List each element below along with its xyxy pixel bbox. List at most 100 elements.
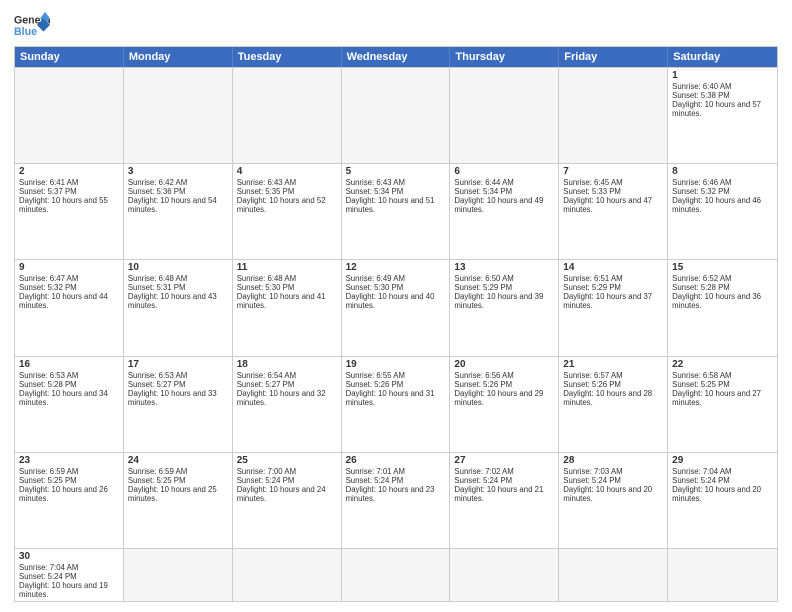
- calendar-cell: 7Sunrise: 6:45 AMSunset: 5:33 PMDaylight…: [559, 164, 668, 259]
- day-number: 17: [128, 359, 228, 370]
- generalblue-logo-icon: General Blue: [14, 10, 50, 40]
- calendar-cell: 12Sunrise: 6:49 AMSunset: 5:30 PMDayligh…: [342, 260, 451, 355]
- calendar-row-1: 2Sunrise: 6:41 AMSunset: 5:37 PMDaylight…: [15, 163, 777, 259]
- calendar-cell: 18Sunrise: 6:54 AMSunset: 5:27 PMDayligh…: [233, 357, 342, 452]
- calendar-cell: [342, 68, 451, 163]
- calendar-cell: 21Sunrise: 6:57 AMSunset: 5:26 PMDayligh…: [559, 357, 668, 452]
- calendar-row-4: 23Sunrise: 6:59 AMSunset: 5:25 PMDayligh…: [15, 452, 777, 548]
- day-info: Sunrise: 6:40 AMSunset: 5:38 PMDaylight:…: [672, 82, 761, 118]
- calendar-cell: 9Sunrise: 6:47 AMSunset: 5:32 PMDaylight…: [15, 260, 124, 355]
- calendar: SundayMondayTuesdayWednesdayThursdayFrid…: [14, 46, 778, 602]
- logo: General Blue: [14, 10, 50, 40]
- header-day-monday: Monday: [124, 47, 233, 67]
- calendar-cell: [124, 549, 233, 601]
- day-number: 10: [128, 262, 228, 273]
- day-info: Sunrise: 6:59 AMSunset: 5:25 PMDaylight:…: [19, 467, 108, 503]
- day-number: 2: [19, 166, 119, 177]
- calendar-cell: 8Sunrise: 6:46 AMSunset: 5:32 PMDaylight…: [668, 164, 777, 259]
- calendar-row-5: 30Sunrise: 7:04 AMSunset: 5:24 PMDayligh…: [15, 548, 777, 601]
- day-info: Sunrise: 7:03 AMSunset: 5:24 PMDaylight:…: [563, 467, 652, 503]
- calendar-cell: 16Sunrise: 6:53 AMSunset: 5:28 PMDayligh…: [15, 357, 124, 452]
- svg-text:Blue: Blue: [14, 26, 37, 38]
- calendar-header: SundayMondayTuesdayWednesdayThursdayFrid…: [15, 47, 777, 67]
- day-number: 25: [237, 455, 337, 466]
- day-number: 21: [563, 359, 663, 370]
- day-number: 12: [346, 262, 446, 273]
- day-info: Sunrise: 6:46 AMSunset: 5:32 PMDaylight:…: [672, 178, 761, 214]
- calendar-cell: 19Sunrise: 6:55 AMSunset: 5:26 PMDayligh…: [342, 357, 451, 452]
- day-number: 15: [672, 262, 773, 273]
- calendar-cell: 25Sunrise: 7:00 AMSunset: 5:24 PMDayligh…: [233, 453, 342, 548]
- day-info: Sunrise: 6:51 AMSunset: 5:29 PMDaylight:…: [563, 274, 652, 310]
- day-info: Sunrise: 6:42 AMSunset: 5:36 PMDaylight:…: [128, 178, 217, 214]
- day-number: 4: [237, 166, 337, 177]
- calendar-cell: 13Sunrise: 6:50 AMSunset: 5:29 PMDayligh…: [450, 260, 559, 355]
- calendar-cell: [233, 68, 342, 163]
- header-day-thursday: Thursday: [450, 47, 559, 67]
- day-number: 28: [563, 455, 663, 466]
- calendar-cell: [450, 549, 559, 601]
- calendar-cell: 28Sunrise: 7:03 AMSunset: 5:24 PMDayligh…: [559, 453, 668, 548]
- day-number: 11: [237, 262, 337, 273]
- day-info: Sunrise: 6:45 AMSunset: 5:33 PMDaylight:…: [563, 178, 652, 214]
- day-info: Sunrise: 6:53 AMSunset: 5:28 PMDaylight:…: [19, 371, 108, 407]
- day-info: Sunrise: 6:57 AMSunset: 5:26 PMDaylight:…: [563, 371, 652, 407]
- calendar-cell: 6Sunrise: 6:44 AMSunset: 5:34 PMDaylight…: [450, 164, 559, 259]
- calendar-cell: 15Sunrise: 6:52 AMSunset: 5:28 PMDayligh…: [668, 260, 777, 355]
- day-number: 16: [19, 359, 119, 370]
- calendar-cell: 11Sunrise: 6:48 AMSunset: 5:30 PMDayligh…: [233, 260, 342, 355]
- calendar-cell: [450, 68, 559, 163]
- day-info: Sunrise: 6:53 AMSunset: 5:27 PMDaylight:…: [128, 371, 217, 407]
- calendar-cell: [559, 549, 668, 601]
- header-day-friday: Friday: [559, 47, 668, 67]
- day-info: Sunrise: 7:04 AMSunset: 5:24 PMDaylight:…: [19, 563, 108, 599]
- calendar-cell: 3Sunrise: 6:42 AMSunset: 5:36 PMDaylight…: [124, 164, 233, 259]
- header-day-sunday: Sunday: [15, 47, 124, 67]
- day-info: Sunrise: 6:48 AMSunset: 5:30 PMDaylight:…: [237, 274, 326, 310]
- day-number: 23: [19, 455, 119, 466]
- calendar-row-2: 9Sunrise: 6:47 AMSunset: 5:32 PMDaylight…: [15, 259, 777, 355]
- day-number: 18: [237, 359, 337, 370]
- day-info: Sunrise: 6:44 AMSunset: 5:34 PMDaylight:…: [454, 178, 543, 214]
- day-number: 29: [672, 455, 773, 466]
- calendar-row-0: 1Sunrise: 6:40 AMSunset: 5:38 PMDaylight…: [15, 67, 777, 163]
- day-number: 6: [454, 166, 554, 177]
- calendar-cell: 5Sunrise: 6:43 AMSunset: 5:34 PMDaylight…: [342, 164, 451, 259]
- calendar-row-3: 16Sunrise: 6:53 AMSunset: 5:28 PMDayligh…: [15, 356, 777, 452]
- calendar-cell: 20Sunrise: 6:56 AMSunset: 5:26 PMDayligh…: [450, 357, 559, 452]
- day-info: Sunrise: 6:41 AMSunset: 5:37 PMDaylight:…: [19, 178, 108, 214]
- day-number: 22: [672, 359, 773, 370]
- day-number: 30: [19, 551, 119, 562]
- day-info: Sunrise: 6:48 AMSunset: 5:31 PMDaylight:…: [128, 274, 217, 310]
- calendar-cell: 29Sunrise: 7:04 AMSunset: 5:24 PMDayligh…: [668, 453, 777, 548]
- day-info: Sunrise: 6:49 AMSunset: 5:30 PMDaylight:…: [346, 274, 435, 310]
- day-number: 7: [563, 166, 663, 177]
- day-number: 24: [128, 455, 228, 466]
- calendar-cell: 30Sunrise: 7:04 AMSunset: 5:24 PMDayligh…: [15, 549, 124, 601]
- calendar-cell: [668, 549, 777, 601]
- header-day-saturday: Saturday: [668, 47, 777, 67]
- calendar-cell: 4Sunrise: 6:43 AMSunset: 5:35 PMDaylight…: [233, 164, 342, 259]
- day-number: 14: [563, 262, 663, 273]
- day-number: 9: [19, 262, 119, 273]
- day-number: 3: [128, 166, 228, 177]
- header-day-tuesday: Tuesday: [233, 47, 342, 67]
- day-info: Sunrise: 7:00 AMSunset: 5:24 PMDaylight:…: [237, 467, 326, 503]
- calendar-cell: 26Sunrise: 7:01 AMSunset: 5:24 PMDayligh…: [342, 453, 451, 548]
- page: General Blue SundayMondayTuesdayWednesda…: [0, 0, 792, 612]
- day-number: 8: [672, 166, 773, 177]
- calendar-cell: [124, 68, 233, 163]
- day-number: 19: [346, 359, 446, 370]
- calendar-cell: [233, 549, 342, 601]
- day-number: 26: [346, 455, 446, 466]
- calendar-cell: 17Sunrise: 6:53 AMSunset: 5:27 PMDayligh…: [124, 357, 233, 452]
- calendar-cell: 14Sunrise: 6:51 AMSunset: 5:29 PMDayligh…: [559, 260, 668, 355]
- calendar-cell: 24Sunrise: 6:59 AMSunset: 5:25 PMDayligh…: [124, 453, 233, 548]
- day-number: 20: [454, 359, 554, 370]
- day-info: Sunrise: 6:43 AMSunset: 5:35 PMDaylight:…: [237, 178, 326, 214]
- calendar-cell: 10Sunrise: 6:48 AMSunset: 5:31 PMDayligh…: [124, 260, 233, 355]
- day-info: Sunrise: 7:04 AMSunset: 5:24 PMDaylight:…: [672, 467, 761, 503]
- day-info: Sunrise: 6:43 AMSunset: 5:34 PMDaylight:…: [346, 178, 435, 214]
- day-info: Sunrise: 7:02 AMSunset: 5:24 PMDaylight:…: [454, 467, 543, 503]
- day-info: Sunrise: 6:56 AMSunset: 5:26 PMDaylight:…: [454, 371, 543, 407]
